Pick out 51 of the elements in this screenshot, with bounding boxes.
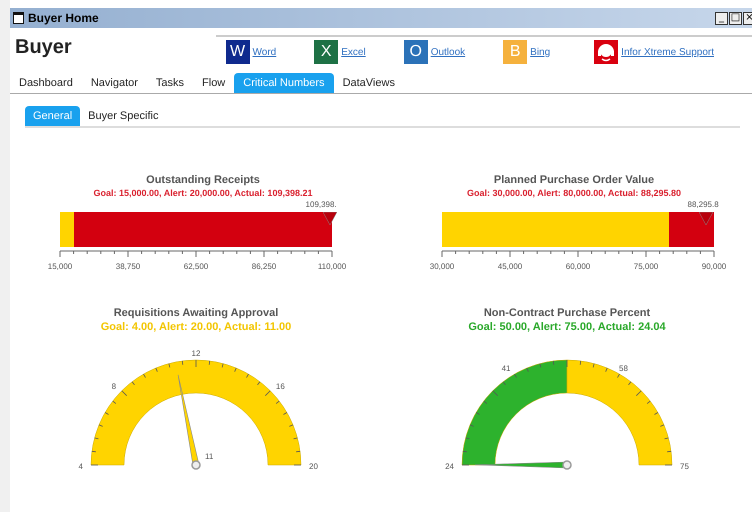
gauge-tick-label: 20 xyxy=(309,462,318,471)
needle-value-label: 11 xyxy=(205,452,214,461)
app-link[interactable]: Outlook xyxy=(430,46,466,58)
tab[interactable]: Flow xyxy=(193,73,234,93)
axis-tick-label: 30,000 xyxy=(430,262,454,271)
chart-title: Planned Purchase Order Value xyxy=(494,174,654,186)
window-title: Buyer Home xyxy=(28,11,99,25)
chart-subtitle: Goal: 30,000.00, Alert: 80,000.00, Actual: 88,295.80 xyxy=(467,188,681,198)
sub-tab[interactable]: Buyer Specific xyxy=(80,106,166,126)
chart-title: Requisitions Awaiting Approval xyxy=(114,307,278,319)
axis-tick-label: 75,000 xyxy=(634,262,658,271)
gauge-tick-label: 8 xyxy=(112,382,116,392)
app-link[interactable]: Infor Xtreme Support xyxy=(621,46,714,58)
axis-tick-label: 15,000 xyxy=(48,262,72,271)
gauge-tick-label: 16 xyxy=(276,382,285,392)
value-label: 109,398. xyxy=(306,200,337,209)
app-icon[interactable]: X xyxy=(314,40,338,64)
chart-title: Outstanding Receipts xyxy=(146,174,260,186)
tab[interactable]: DataViews xyxy=(334,73,404,93)
page-title: Buyer xyxy=(15,36,73,59)
gauge-tick-label: 12 xyxy=(192,349,200,358)
axis-tick-label: 86,250 xyxy=(252,262,276,271)
gauge-tick-label: 4 xyxy=(78,462,83,471)
gauge-tick-label: 75 xyxy=(680,462,689,471)
app-link[interactable]: Excel xyxy=(341,46,366,58)
value-label: 88,295.8 xyxy=(688,200,719,209)
window-control-button[interactable]: □ xyxy=(729,12,742,24)
gauge-tick-label: 41 xyxy=(502,364,510,374)
gauge-tick-label: 58 xyxy=(619,364,628,374)
axis-tick-label: 60,000 xyxy=(566,262,590,271)
chart-title: Non-Contract Purchase Percent xyxy=(484,307,650,319)
chart-subtitle: Goal: 50.00, Alert: 75.00, Actual: 24.04 xyxy=(468,321,666,333)
headset-icon[interactable] xyxy=(594,40,618,64)
axis-tick-label: 90,000 xyxy=(702,262,726,271)
tab[interactable]: Dashboard xyxy=(10,73,82,93)
axis-tick-label: 45,000 xyxy=(498,262,522,271)
app-icon[interactable]: O xyxy=(404,40,428,64)
app-link[interactable]: Word xyxy=(252,46,276,58)
window-icon xyxy=(13,12,24,24)
window-control-button[interactable]: _ xyxy=(715,12,728,24)
axis-tick-label: 62,500 xyxy=(184,262,208,271)
chart-subtitle: Goal: 15,000.00, Alert: 20,000.00, Actual: 109,398.21 xyxy=(94,188,312,198)
app-link[interactable]: Bing xyxy=(530,46,550,58)
axis-tick-label: 110,000 xyxy=(318,262,346,271)
app-icon[interactable]: W xyxy=(226,40,250,64)
axis-tick-label: 38,750 xyxy=(116,262,140,271)
window-control-button[interactable]: × xyxy=(743,12,752,24)
tab[interactable]: Tasks xyxy=(146,73,194,93)
tab[interactable]: Navigator xyxy=(82,73,147,93)
gauge-tick-label: 24 xyxy=(445,462,454,471)
chart-subtitle: Goal: 4.00, Alert: 20.00, Actual: 11.00 xyxy=(100,321,292,333)
